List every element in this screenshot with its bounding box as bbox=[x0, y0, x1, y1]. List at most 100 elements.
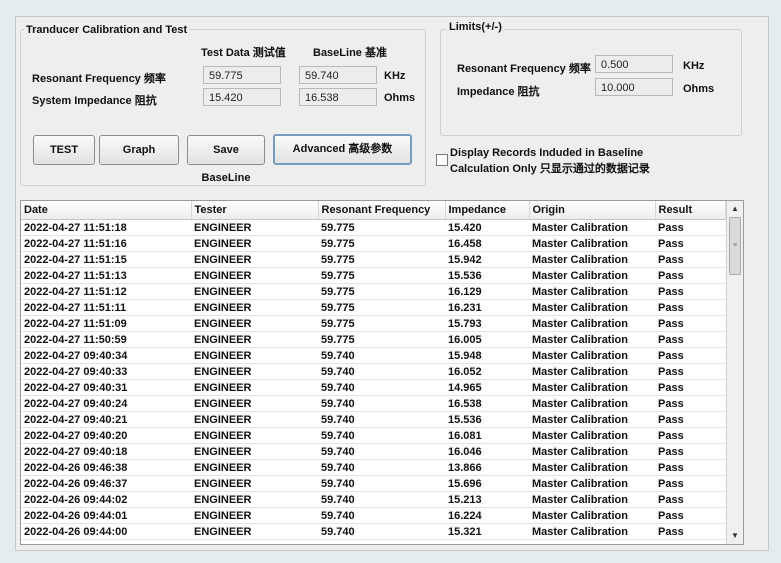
table-row[interactable]: 2022-04-26 09:46:38 ENGINEER 59.740 13.866 M… bbox=[21, 459, 725, 476]
display-records-checkbox[interactable] bbox=[436, 154, 448, 166]
table-row[interactable]: 2022-04-27 11:50:59 ENGINEER 59.775 16.005 M… bbox=[21, 331, 725, 348]
cell-result: Pass bbox=[655, 235, 725, 252]
system-impedance-label: System Impedance 阻抗 bbox=[32, 95, 157, 107]
cell-result: Pass bbox=[655, 507, 725, 524]
display-records-label-line2: Calculation Only 只显示通过的数据记录 bbox=[450, 163, 650, 175]
cell-tester: ENGINEER bbox=[191, 395, 318, 412]
impedance-baseline-field[interactable]: 16.538 bbox=[299, 88, 377, 106]
cell-date: 2022-04-26 09:44:00 bbox=[21, 523, 191, 540]
col-header-impedance[interactable]: Impedance bbox=[445, 201, 530, 220]
scroll-thumb[interactable]: ≡ bbox=[729, 217, 741, 275]
cell-date: 2022-04-27 09:40:33 bbox=[21, 363, 191, 380]
table-row[interactable]: 2022-04-27 09:40:18 ENGINEER 59.740 16.046 M… bbox=[21, 443, 725, 460]
cell-tester: ENGINEER bbox=[191, 235, 318, 252]
cell-origin: Master Calibration bbox=[529, 267, 655, 284]
limits-impedance-field[interactable]: 10.000 bbox=[595, 78, 673, 96]
table-row[interactable]: 2022-04-27 11:51:16 ENGINEER 59.775 16.458 M… bbox=[21, 235, 725, 252]
table-row[interactable]: 2022-04-27 09:40:34 ENGINEER 59.740 15.948 M… bbox=[21, 347, 725, 364]
cell-origin: Master Calibration bbox=[529, 427, 655, 444]
table-row[interactable]: 2022-04-26 09:44:02 ENGINEER 59.740 15.213 M… bbox=[21, 491, 725, 508]
cell-impedance: 16.046 bbox=[445, 443, 529, 460]
cell-resonant-frequency: 59.775 bbox=[318, 251, 445, 268]
table-row[interactable]: 2022-04-27 11:51:09 ENGINEER 59.775 15.793 M… bbox=[21, 315, 725, 332]
test-button[interactable]: TEST bbox=[33, 135, 95, 165]
col-header-origin[interactable]: Origin bbox=[529, 201, 656, 220]
limits-resonant-label: Resonant Frequency 频率 bbox=[457, 63, 591, 75]
cell-impedance: 15.793 bbox=[445, 315, 529, 332]
cell-tester: ENGINEER bbox=[191, 475, 318, 492]
cell-tester: ENGINEER bbox=[191, 331, 318, 348]
cell-impedance: 16.005 bbox=[445, 331, 529, 348]
save-baseline-button[interactable]: Save BaseLine bbox=[187, 135, 265, 184]
cell-tester: ENGINEER bbox=[191, 315, 318, 332]
cell-resonant-frequency: 59.740 bbox=[318, 427, 445, 444]
col-header-date[interactable]: Date bbox=[21, 201, 192, 220]
cell-impedance: 16.231 bbox=[445, 299, 529, 316]
scroll-up-icon[interactable]: ▲ bbox=[727, 202, 743, 216]
scroll-down-icon[interactable]: ▼ bbox=[727, 529, 743, 543]
cell-date: 2022-04-27 11:51:15 bbox=[21, 251, 191, 268]
advanced-button[interactable]: Advanced 高级参数 bbox=[273, 134, 412, 165]
col-header-result[interactable]: Result bbox=[655, 201, 726, 220]
table-row[interactable]: 2022-04-27 09:40:31 ENGINEER 59.740 14.965 M… bbox=[21, 379, 725, 396]
table-row[interactable]: 2022-04-27 11:51:13 ENGINEER 59.775 15.536 M… bbox=[21, 267, 725, 284]
cell-impedance: 15.321 bbox=[445, 523, 529, 540]
cell-impedance: 15.536 bbox=[445, 267, 529, 284]
resonant-test-field[interactable]: 59.775 bbox=[203, 66, 281, 84]
table-row[interactable]: 2022-04-27 11:51:18 ENGINEER 59.775 15.420 M… bbox=[21, 219, 725, 236]
cell-impedance: 15.948 bbox=[445, 347, 529, 364]
cell-resonant-frequency: 59.775 bbox=[318, 219, 445, 236]
cell-origin: Master Calibration bbox=[529, 523, 655, 540]
cell-result: Pass bbox=[655, 315, 725, 332]
cell-impedance: 16.081 bbox=[445, 427, 529, 444]
vertical-scrollbar[interactable]: ▲ ≡ ▼ bbox=[726, 201, 743, 544]
table-row[interactable]: 2022-04-27 09:40:24 ENGINEER 59.740 16.538 M… bbox=[21, 395, 725, 412]
cell-resonant-frequency: 59.740 bbox=[318, 347, 445, 364]
table-row[interactable]: 2022-04-26 09:46:37 ENGINEER 59.740 15.696 M… bbox=[21, 475, 725, 492]
cell-tester: ENGINEER bbox=[191, 443, 318, 460]
cell-tester: ENGINEER bbox=[191, 251, 318, 268]
cell-origin: Master Calibration bbox=[529, 219, 655, 236]
cell-resonant-frequency: 59.740 bbox=[318, 459, 445, 476]
col-header-resonant-frequency[interactable]: Resonant Frequency bbox=[318, 201, 446, 220]
resonant-baseline-field[interactable]: 59.740 bbox=[299, 66, 377, 84]
cell-date: 2022-04-27 09:40:20 bbox=[21, 427, 191, 444]
cell-resonant-frequency: 59.775 bbox=[318, 235, 445, 252]
cell-impedance: 16.129 bbox=[445, 283, 529, 300]
cell-impedance: 16.052 bbox=[445, 363, 529, 380]
table-row[interactable]: 2022-04-26 09:44:01 ENGINEER 59.740 16.224 M… bbox=[21, 507, 725, 524]
table-row[interactable]: 2022-04-27 09:40:20 ENGINEER 59.740 16.081 M… bbox=[21, 427, 725, 444]
limits-resonant-field[interactable]: 0.500 bbox=[595, 55, 673, 73]
cell-result: Pass bbox=[655, 267, 725, 284]
cell-date: 2022-04-26 09:44:02 bbox=[21, 491, 191, 508]
table-row[interactable]: 2022-04-27 09:40:33 ENGINEER 59.740 16.052 M… bbox=[21, 363, 725, 380]
cell-impedance: 15.942 bbox=[445, 251, 529, 268]
calibration-window: Tranducer Calibration and Test Test Data… bbox=[15, 16, 769, 551]
cell-impedance: 15.696 bbox=[445, 475, 529, 492]
cell-tester: ENGINEER bbox=[191, 219, 318, 236]
cell-date: 2022-04-27 11:51:12 bbox=[21, 283, 191, 300]
limits-impedance-unit: Ohms bbox=[683, 83, 715, 95]
table-row[interactable]: 2022-04-27 11:51:11 ENGINEER 59.775 16.231 M… bbox=[21, 299, 725, 316]
cell-tester: ENGINEER bbox=[191, 347, 318, 364]
cell-resonant-frequency: 59.775 bbox=[318, 315, 445, 332]
graph-button[interactable]: Graph bbox=[99, 135, 179, 165]
table-row[interactable]: 2022-04-27 09:40:21 ENGINEER 59.740 15.536 M… bbox=[21, 411, 725, 428]
cell-resonant-frequency: 59.740 bbox=[318, 411, 445, 428]
table-row[interactable]: 2022-04-26 09:44:00 ENGINEER 59.740 15.321 M… bbox=[21, 523, 725, 540]
cell-resonant-frequency: 59.740 bbox=[318, 363, 445, 380]
cell-date: 2022-04-27 11:51:13 bbox=[21, 267, 191, 284]
cell-result: Pass bbox=[655, 363, 725, 380]
limits-resonant-unit: KHz bbox=[683, 60, 705, 72]
cell-date: 2022-04-27 09:40:24 bbox=[21, 395, 191, 412]
cell-origin: Master Calibration bbox=[529, 491, 655, 508]
cell-date: 2022-04-27 09:40:18 bbox=[21, 443, 191, 460]
cell-tester: ENGINEER bbox=[191, 379, 318, 396]
col-header-tester[interactable]: Tester bbox=[191, 201, 319, 220]
table-row[interactable]: 2022-04-27 11:51:15 ENGINEER 59.775 15.942 M… bbox=[21, 251, 725, 268]
table-row[interactable]: 2022-04-27 11:51:12 ENGINEER 59.775 16.129 M… bbox=[21, 283, 725, 300]
impedance-test-field[interactable]: 15.420 bbox=[203, 88, 281, 106]
cell-origin: Master Calibration bbox=[529, 395, 655, 412]
cell-date: 2022-04-26 09:44:01 bbox=[21, 507, 191, 524]
impedance-unit: Ohms bbox=[384, 92, 416, 104]
